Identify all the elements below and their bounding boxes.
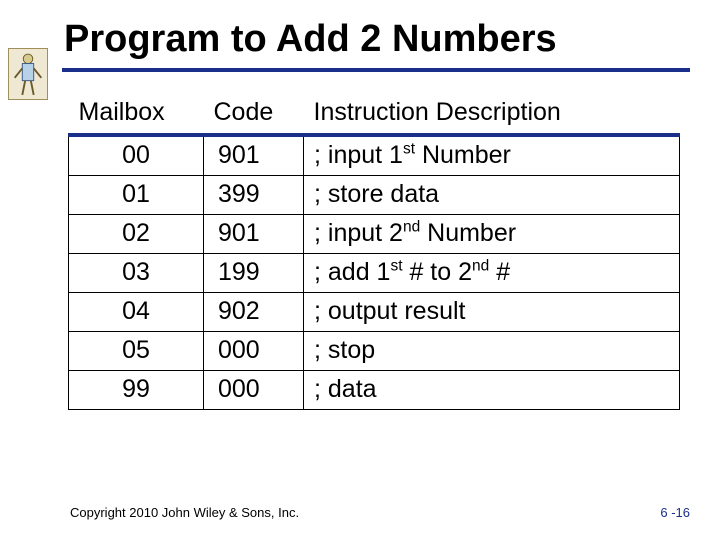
footer: Copyright 2010 John Wiley & Sons, Inc. 6… bbox=[70, 505, 690, 520]
cell-code: 399 bbox=[204, 175, 304, 214]
header-code: Code bbox=[204, 94, 304, 135]
cell-mailbox: 04 bbox=[69, 292, 204, 331]
cell-description: ; stop bbox=[304, 331, 680, 370]
cell-description: ; store data bbox=[304, 175, 680, 214]
cell-code: 199 bbox=[204, 253, 304, 292]
decorative-figure-icon bbox=[8, 48, 48, 100]
cell-code: 000 bbox=[204, 370, 304, 409]
cell-description: ; data bbox=[304, 370, 680, 409]
table-header-row: Mailbox Code Instruction Description bbox=[69, 94, 680, 135]
header-mailbox: Mailbox bbox=[69, 94, 204, 135]
program-table: Mailbox Code Instruction Description 009… bbox=[68, 94, 680, 410]
table-row: 02901; input 2nd Number bbox=[69, 214, 680, 253]
page-title: Program to Add 2 Numbers bbox=[62, 18, 690, 62]
cell-code: 901 bbox=[204, 135, 304, 176]
program-table-wrap: Mailbox Code Instruction Description 009… bbox=[62, 94, 690, 410]
table-row: 99000; data bbox=[69, 370, 680, 409]
page-number: 6 -16 bbox=[660, 505, 690, 520]
table-row: 01399; store data bbox=[69, 175, 680, 214]
table-row: 05000; stop bbox=[69, 331, 680, 370]
cell-mailbox: 99 bbox=[69, 370, 204, 409]
cell-mailbox: 03 bbox=[69, 253, 204, 292]
cell-description: ; output result bbox=[304, 292, 680, 331]
slide: Program to Add 2 Numbers Mailbox Code In… bbox=[0, 0, 720, 540]
cell-code: 000 bbox=[204, 331, 304, 370]
cell-description: ; add 1st # to 2nd # bbox=[304, 253, 680, 292]
cell-mailbox: 02 bbox=[69, 214, 204, 253]
cell-description: ; input 1st Number bbox=[304, 135, 680, 176]
cell-code: 901 bbox=[204, 214, 304, 253]
copyright-text: Copyright 2010 John Wiley & Sons, Inc. bbox=[70, 505, 299, 520]
cell-mailbox: 05 bbox=[69, 331, 204, 370]
cell-code: 902 bbox=[204, 292, 304, 331]
header-description: Instruction Description bbox=[304, 94, 680, 135]
table-row: 04902; output result bbox=[69, 292, 680, 331]
table-row: 03199; add 1st # to 2nd # bbox=[69, 253, 680, 292]
table-row: 00901; input 1st Number bbox=[69, 135, 680, 176]
cell-mailbox: 01 bbox=[69, 175, 204, 214]
cell-mailbox: 00 bbox=[69, 135, 204, 176]
title-underline bbox=[62, 68, 690, 72]
cell-description: ; input 2nd Number bbox=[304, 214, 680, 253]
